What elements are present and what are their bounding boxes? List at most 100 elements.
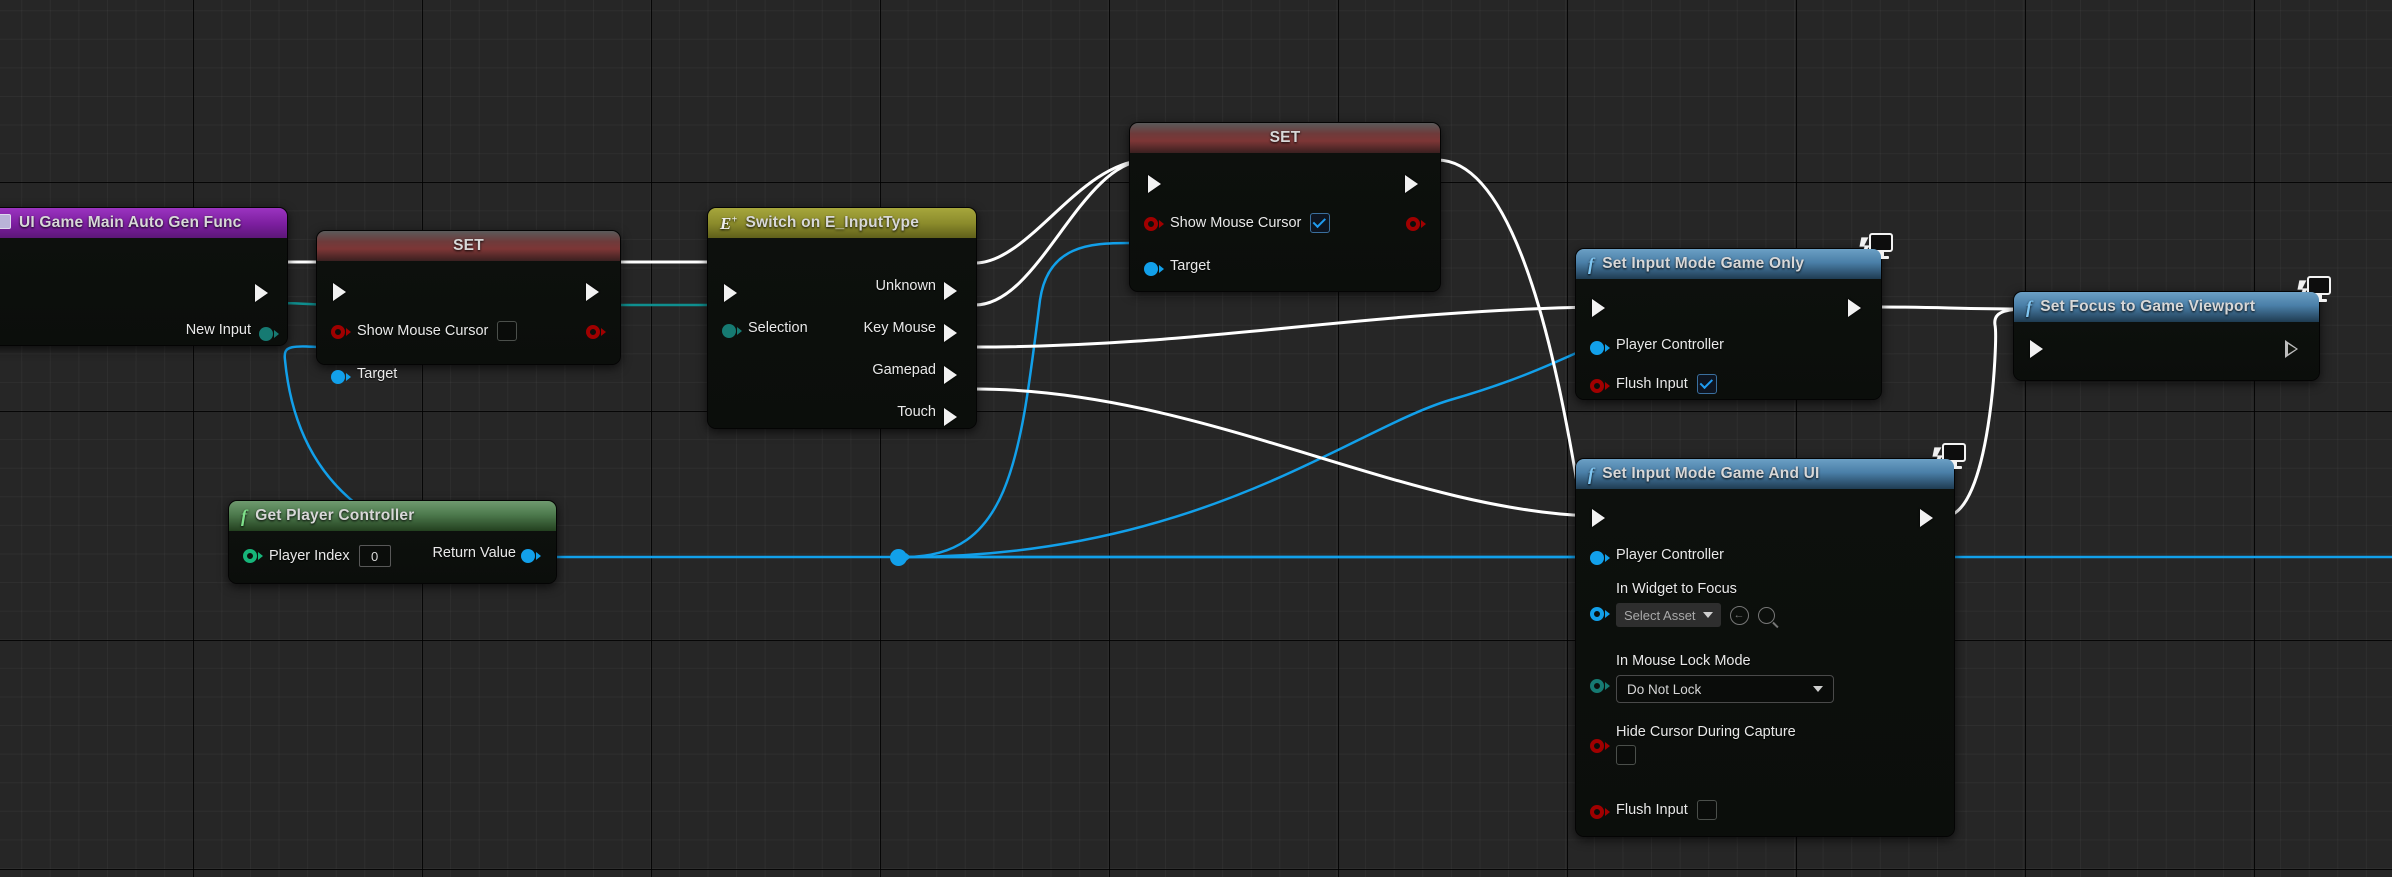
node-get-player-controller[interactable]: f Get Player Controller Player Index 0 R… [228, 500, 557, 584]
node-set-input-mode-game-and-ui[interactable]: f Set Input Mode Game And UI Player Cont… [1575, 458, 1955, 837]
pin-target-arrow [1159, 265, 1164, 273]
pin-selection[interactable] [722, 324, 736, 338]
pin-label-flush-input: Flush Input [1616, 802, 1688, 818]
pin-target[interactable] [1144, 262, 1158, 276]
pin-exec-in[interactable] [1592, 299, 1608, 317]
pin-flush-input-arrow [1605, 382, 1610, 390]
pin-new-input[interactable] [259, 327, 273, 341]
node-header[interactable]: f Get Player Controller [229, 501, 556, 531]
node-output-row: New Input [186, 322, 251, 338]
node-header[interactable]: SET [317, 231, 620, 261]
pin-in-mouse-lock-mode[interactable] [1590, 679, 1604, 693]
chevron-down-icon [1813, 686, 1823, 692]
pin-exec-out[interactable] [2285, 340, 2301, 358]
node-header[interactable]: E+ Switch on E_InputType [708, 208, 976, 238]
pin-exec-in[interactable] [1592, 509, 1608, 527]
checkbox-show-mouse-cursor[interactable] [1310, 213, 1330, 233]
pin-exec-out[interactable] [255, 284, 271, 302]
pin-exec-in[interactable] [333, 283, 349, 301]
pin-label-show-mouse-cursor: Show Mouse Cursor [1170, 215, 1301, 231]
node-switch-on-e-inputtype[interactable]: E+ Switch on E_InputType Selection Unkno… [707, 207, 977, 429]
pin-exec-out[interactable] [1920, 509, 1936, 527]
node-output-row: Unknown [876, 278, 936, 294]
pin-target[interactable] [331, 370, 345, 384]
browse-back-icon[interactable]: ← [1730, 606, 1749, 625]
pin-exec-out-key-mouse[interactable] [944, 324, 960, 342]
node-body: Player Controller In Widget to Focus Sel… [1576, 489, 1954, 836]
node-title: Get Player Controller [255, 507, 414, 525]
node-set-show-mouse-cursor-false[interactable]: SET Show Mouse Cursor Target [316, 230, 621, 365]
pin-exec-out-gamepad[interactable] [944, 366, 960, 384]
node-title: Set Input Mode Game Only [1602, 255, 1804, 273]
pin-exec-out[interactable] [1405, 175, 1421, 193]
pin-show-mouse-cursor-in[interactable] [331, 325, 345, 339]
pin-in-widget-to-focus[interactable] [1590, 607, 1604, 621]
node-set-focus-to-game-viewport[interactable]: f Set Focus to Game Viewport [2013, 291, 2320, 381]
pin-player-index-arrow [258, 552, 263, 560]
event-node-icon [0, 214, 11, 233]
pin-exec-in[interactable] [724, 284, 740, 302]
search-icon[interactable] [1758, 607, 1775, 624]
pin-in-widget-to-focus-arrow [1605, 610, 1610, 618]
pin-exec-in[interactable] [1148, 175, 1164, 193]
node-ui-game-main-auto-gen-func[interactable]: UI Game Main Auto Gen Func New Input [0, 207, 288, 346]
pin-label-gamepad: Gamepad [872, 362, 936, 378]
pin-show-mouse-cursor-out[interactable] [586, 325, 600, 339]
node-pin-row: In Widget to Focus Select Asset ← [1616, 581, 1775, 627]
pin-exec-out-touch[interactable] [944, 408, 960, 426]
node-body: Show Mouse Cursor Target [1130, 153, 1440, 291]
pin-selection-arrow [737, 327, 742, 335]
asset-picker-in-widget-to-focus[interactable]: Select Asset [1616, 603, 1721, 627]
pin-label-player-controller: Player Controller [1616, 337, 1724, 353]
pin-flush-input[interactable] [1590, 805, 1604, 819]
node-output-row: Touch [897, 404, 936, 420]
node-header[interactable]: f Set Input Mode Game Only [1576, 249, 1881, 279]
pin-label-hide-cursor-during-capture: Hide Cursor During Capture [1616, 724, 1796, 740]
pin-exec-in[interactable] [2030, 340, 2046, 358]
node-pin-row: Selection [748, 320, 808, 336]
checkbox-flush-input[interactable] [1697, 374, 1717, 394]
node-set-show-mouse-cursor-true[interactable]: SET Show Mouse Cursor Target [1129, 122, 1441, 292]
node-body [2014, 322, 2319, 380]
pin-label-new-input: New Input [186, 322, 251, 338]
function-f-icon: f [241, 507, 247, 525]
node-title: UI Game Main Auto Gen Func [19, 214, 242, 232]
pin-show-mouse-cursor-out[interactable] [1406, 217, 1420, 231]
checkbox-hide-cursor-during-capture[interactable] [1616, 745, 1636, 765]
combobox-in-mouse-lock-mode[interactable]: Do Not Lock [1616, 675, 1834, 703]
asset-picker-value: Select Asset [1624, 608, 1696, 623]
node-header[interactable]: UI Game Main Auto Gen Func [0, 208, 287, 238]
pin-label-show-mouse-cursor: Show Mouse Cursor [357, 323, 488, 339]
node-title: SET [1270, 129, 1301, 147]
pin-exec-out-unknown[interactable] [944, 282, 960, 300]
node-pin-row: Player Controller [1616, 547, 1724, 563]
node-pin-row: Flush Input [1616, 374, 1717, 394]
node-header[interactable]: f Set Input Mode Game And UI [1576, 459, 1954, 489]
checkbox-show-mouse-cursor[interactable] [497, 321, 517, 341]
pin-show-mouse-cursor-out-arrow [601, 328, 606, 336]
pin-player-index[interactable] [243, 549, 257, 563]
pin-target-arrow [346, 373, 351, 381]
node-pin-row: Hide Cursor During Capture [1616, 724, 1796, 765]
pin-exec-out[interactable] [586, 283, 602, 301]
node-header[interactable]: f Set Focus to Game Viewport [2014, 292, 2319, 322]
checkbox-flush-input[interactable] [1697, 800, 1717, 820]
reroute-node-arrow [906, 553, 911, 561]
pin-exec-out[interactable] [1848, 299, 1864, 317]
pin-flush-input[interactable] [1590, 379, 1604, 393]
node-set-input-mode-game-only[interactable]: f Set Input Mode Game Only Player Contro… [1575, 248, 1882, 400]
pin-flush-input-arrow [1605, 808, 1610, 816]
pin-hide-cursor-during-capture[interactable] [1590, 739, 1604, 753]
reroute-node[interactable] [890, 549, 907, 566]
pin-player-controller[interactable] [1590, 341, 1604, 355]
input-player-index[interactable]: 0 [359, 545, 391, 567]
node-pin-row: Show Mouse Cursor [357, 321, 517, 341]
node-title: SET [453, 237, 484, 255]
pin-show-mouse-cursor-in[interactable] [1144, 217, 1158, 231]
enum-switch-icon: E+ [720, 215, 737, 232]
pin-player-controller[interactable] [1590, 551, 1604, 565]
node-header[interactable]: SET [1130, 123, 1440, 153]
blueprint-graph-canvas[interactable]: UI Game Main Auto Gen Func New Input SET [0, 0, 2392, 877]
pin-return-value[interactable] [521, 549, 535, 563]
pin-player-controller-arrow [1605, 344, 1610, 352]
